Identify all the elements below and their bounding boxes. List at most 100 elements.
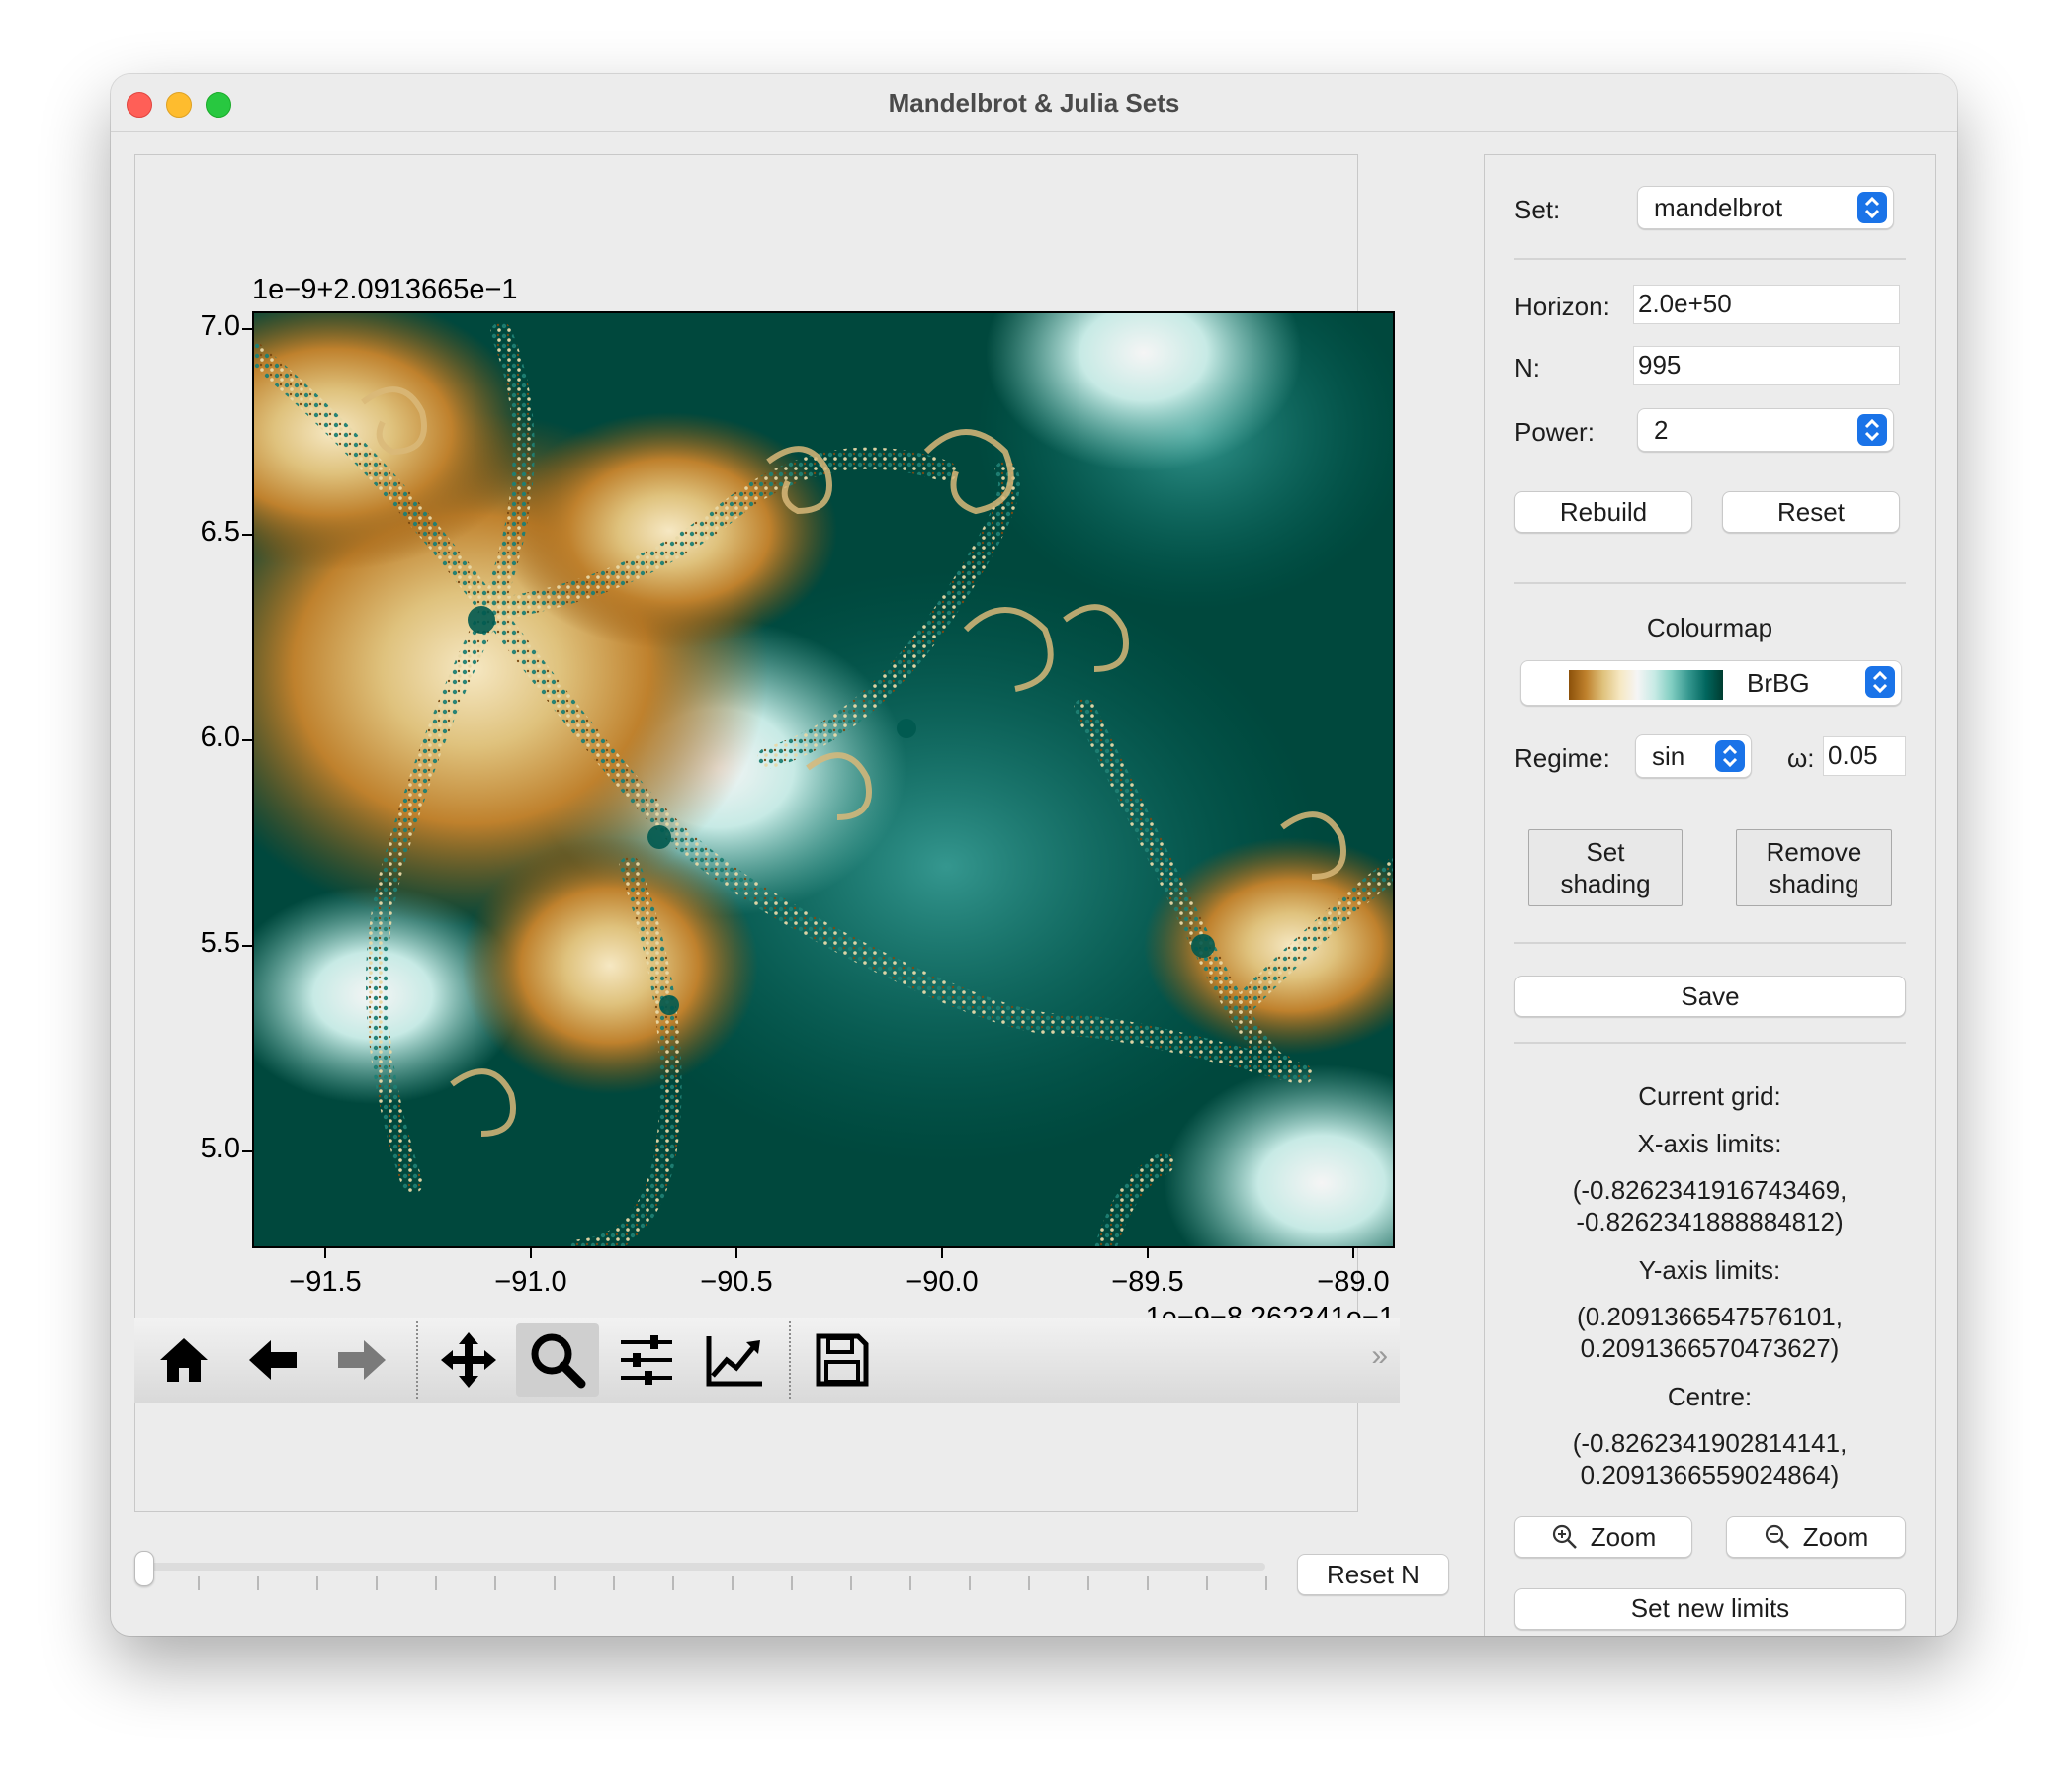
- slider-tick: [1087, 1576, 1089, 1590]
- n-field[interactable]: 995: [1633, 346, 1900, 385]
- zoom-in-button[interactable]: Zoom: [1514, 1516, 1692, 1558]
- title-bar: Mandelbrot & Julia Sets: [111, 74, 1957, 132]
- slider-tick: [494, 1576, 496, 1590]
- x-tick-label: −89.5: [1111, 1266, 1184, 1298]
- x-tick-mark: [941, 1248, 943, 1258]
- zoom-out-button[interactable]: Zoom: [1726, 1516, 1906, 1558]
- forward-icon[interactable]: [320, 1323, 403, 1397]
- colourmap-select-value: BrBG: [1747, 668, 1810, 698]
- y-tick-mark: [242, 534, 252, 536]
- save-icon[interactable]: [801, 1323, 884, 1397]
- back-icon[interactable]: [231, 1323, 314, 1397]
- x-limits-value-1: (-0.8262341916743469,: [1572, 1175, 1848, 1205]
- omega-field[interactable]: 0.05: [1823, 736, 1906, 776]
- zoom-in-label: Zoom: [1590, 1521, 1657, 1552]
- updown-chevron-icon: [1857, 192, 1887, 223]
- y-tick-mark: [242, 1150, 252, 1152]
- colourmap-heading: Colourmap: [1646, 613, 1773, 642]
- slider-tick: [791, 1576, 793, 1590]
- rebuild-button[interactable]: Rebuild: [1514, 491, 1692, 533]
- slider-tick: [435, 1576, 437, 1590]
- zoom-icon[interactable]: [516, 1323, 599, 1397]
- updown-chevron-icon: [1865, 666, 1895, 698]
- regime-select[interactable]: sin: [1635, 734, 1752, 778]
- power-select[interactable]: 2: [1637, 408, 1894, 452]
- zoom-in-icon: [1552, 1524, 1577, 1549]
- n-slider[interactable]: [134, 1541, 1420, 1600]
- save-button[interactable]: Save: [1514, 976, 1906, 1017]
- x-tick-label: −90.5: [700, 1266, 773, 1298]
- divider: [1514, 582, 1906, 584]
- remove-shading-button[interactable]: Remove shading: [1736, 829, 1892, 906]
- centre-value-2: 0.2091366559024864): [1580, 1460, 1840, 1489]
- toolbar-overflow-icon[interactable]: »: [1371, 1339, 1388, 1373]
- set-shading-button[interactable]: Set shading: [1528, 829, 1683, 906]
- toolbar-separator: [416, 1321, 418, 1399]
- set-new-limits-button[interactable]: Set new limits: [1514, 1588, 1906, 1630]
- slider-handle[interactable]: [134, 1551, 154, 1586]
- slider-tick: [257, 1576, 259, 1590]
- n-label: N:: [1514, 353, 1540, 382]
- fractal-image[interactable]: [252, 311, 1395, 1248]
- slider-tick: [613, 1576, 615, 1590]
- power-select-value: 2: [1654, 415, 1669, 445]
- app-window: Mandelbrot & Julia Sets 1e−9+2.0913665e−…: [111, 74, 1957, 1636]
- slider-tick: [376, 1576, 378, 1590]
- updown-chevron-icon: [1857, 414, 1887, 446]
- divider: [1514, 258, 1906, 260]
- slider-track[interactable]: [142, 1563, 1265, 1571]
- colourmap-select[interactable]: BrBG: [1520, 660, 1902, 706]
- omega-label: ω:: [1787, 743, 1815, 773]
- regime-label: Regime:: [1514, 743, 1610, 773]
- centre-label: Centre:: [1667, 1382, 1753, 1411]
- slider-tick: [1028, 1576, 1030, 1590]
- set-select[interactable]: mandelbrot: [1637, 186, 1894, 229]
- divider: [1514, 942, 1906, 944]
- reset-n-button[interactable]: Reset N: [1297, 1554, 1449, 1595]
- plot-panel: 1e−9+2.0913665e−1 7.0 6.5 6.0 5.5 5.0 −9…: [134, 154, 1395, 1512]
- horizon-field[interactable]: 2.0e+50: [1633, 285, 1900, 324]
- pan-icon[interactable]: [427, 1323, 510, 1397]
- x-tick-mark: [324, 1248, 326, 1258]
- divider: [1514, 1042, 1906, 1044]
- slider-tick: [1147, 1576, 1149, 1590]
- y-tick-label: 6.0: [200, 722, 240, 753]
- toolbar-separator: [789, 1321, 791, 1399]
- x-tick-mark: [1352, 1248, 1354, 1258]
- set-label: Set:: [1514, 195, 1561, 224]
- home-icon[interactable]: [142, 1323, 225, 1397]
- set-select-value: mandelbrot: [1654, 193, 1783, 222]
- x-limits-value-2: -0.8262341888884812): [1576, 1207, 1844, 1236]
- slider-tick: [732, 1576, 734, 1590]
- y-tick-mark: [242, 739, 252, 741]
- slider-tick: [909, 1576, 911, 1590]
- slider-tick: [1265, 1576, 1267, 1590]
- colourmap-preview: [1569, 670, 1723, 700]
- slider-tick: [969, 1576, 971, 1590]
- power-label: Power:: [1514, 417, 1595, 447]
- horizon-label: Horizon:: [1514, 292, 1610, 321]
- y-tick-label: 5.5: [200, 927, 240, 959]
- slider-tick: [672, 1576, 674, 1590]
- x-tick-label: −91.0: [494, 1266, 567, 1298]
- navigation-toolbar: »: [134, 1318, 1400, 1403]
- slider-tick: [554, 1576, 556, 1590]
- x-tick-mark: [1147, 1248, 1149, 1258]
- slider-tick: [198, 1576, 200, 1590]
- slider-tick: [850, 1576, 852, 1590]
- edit-axes-icon[interactable]: [694, 1323, 777, 1397]
- y-tick-mark: [242, 328, 252, 330]
- y-limits-value-1: (0.2091366547576101,: [1577, 1302, 1843, 1331]
- x-limits-label: X-axis limits:: [1637, 1129, 1782, 1158]
- y-limits-label: Y-axis limits:: [1638, 1255, 1781, 1285]
- zoom-out-label: Zoom: [1802, 1521, 1869, 1552]
- reset-button[interactable]: Reset: [1722, 491, 1900, 533]
- centre-value-1: (-0.8262341902814141,: [1572, 1428, 1848, 1458]
- y-tick-label: 7.0: [200, 310, 240, 342]
- y-tick-label: 6.5: [200, 516, 240, 548]
- updown-chevron-icon: [1715, 740, 1745, 772]
- x-tick-mark: [530, 1248, 532, 1258]
- fractal-render: [254, 313, 1393, 1246]
- x-tick-mark: [735, 1248, 737, 1258]
- configure-subplots-icon[interactable]: [605, 1323, 688, 1397]
